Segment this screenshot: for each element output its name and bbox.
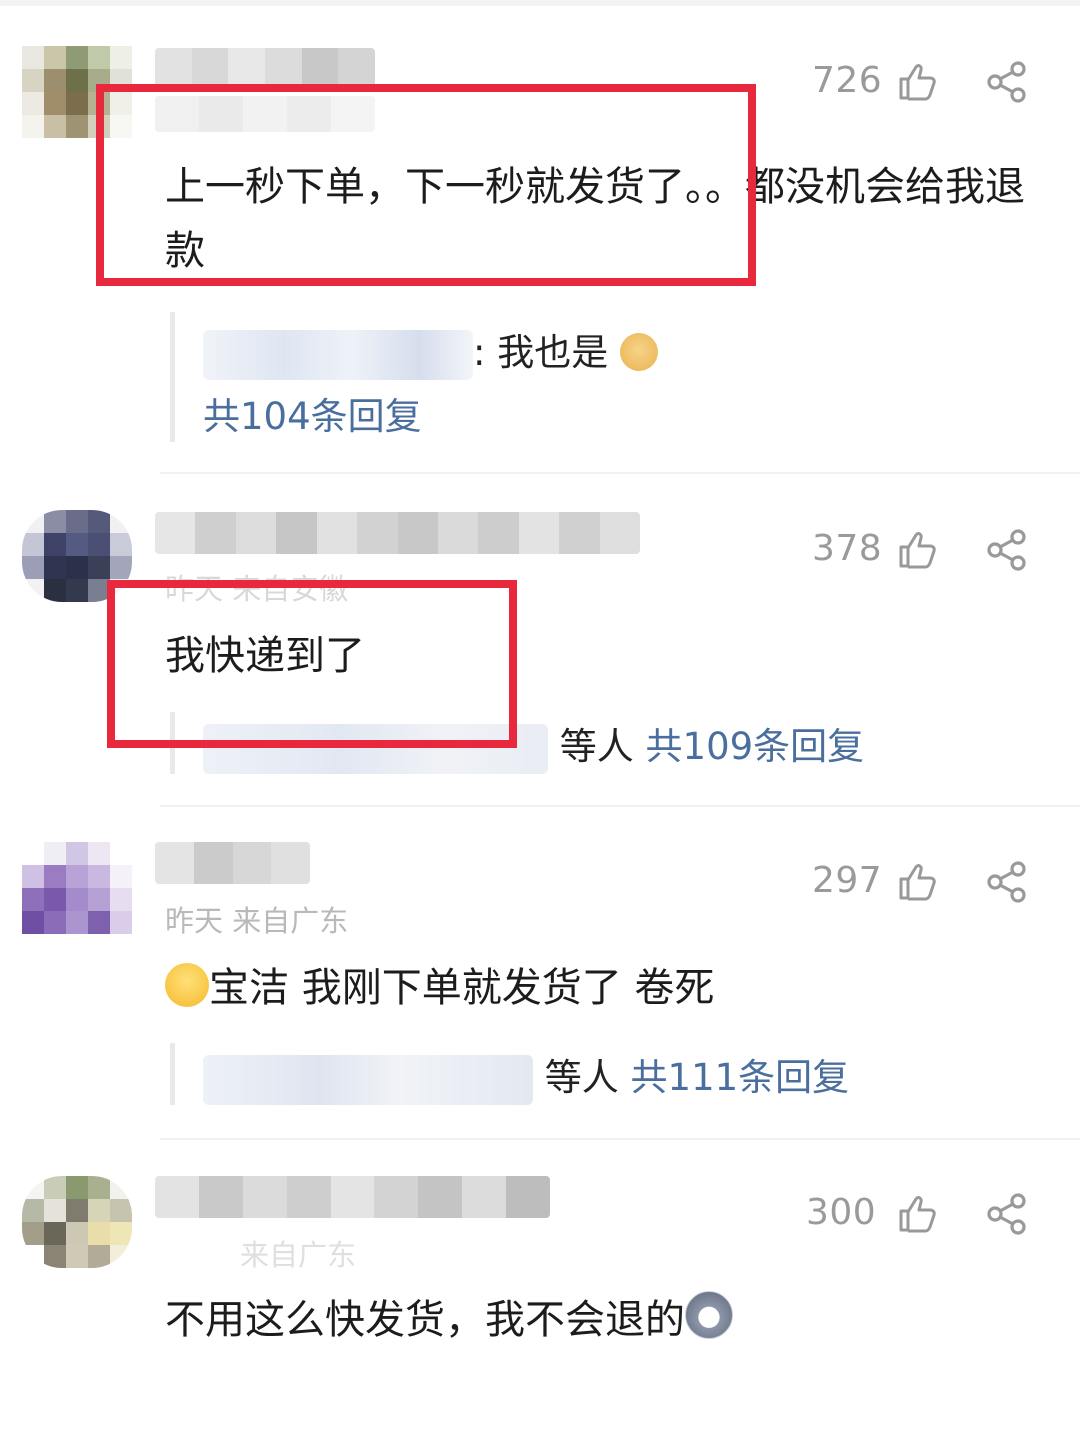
username[interactable] <box>155 1176 550 1218</box>
reply-others: 等人 <box>559 725 634 768</box>
reply-preview[interactable]: 等人 共111条回复 <box>170 1043 849 1105</box>
share-icon[interactable] <box>986 1193 1028 1235</box>
sweat-face-icon <box>165 963 209 1007</box>
reply-others: 等人 <box>544 1056 619 1099</box>
like-count: 378 <box>812 528 883 569</box>
comment-meta: 昨天 来自广东 <box>165 904 349 938</box>
reply-username[interactable] <box>203 329 473 380</box>
comment-text-content: 宝洁 我刚下单就发货了 卷死 <box>209 965 715 1011</box>
comment-text-content: 不用这么快发货，我不会退的 <box>165 1297 685 1343</box>
reply-first[interactable]: 等人 共111条回复 <box>203 1047 849 1105</box>
username[interactable] <box>155 48 375 88</box>
share-icon[interactable] <box>986 61 1028 103</box>
highlight-box <box>96 84 756 286</box>
husky-dog-icon <box>685 1291 733 1339</box>
like-count: 297 <box>812 860 883 901</box>
reply-text: 我也是 <box>497 331 609 374</box>
share-icon[interactable] <box>986 529 1028 571</box>
reply-count-link[interactable]: 共111条回复 <box>631 1056 850 1099</box>
comment-meta: 来自广东 <box>240 1238 357 1272</box>
reply-count-link[interactable]: 共109条回复 <box>646 725 865 768</box>
thumbs-up-icon[interactable] <box>897 862 937 902</box>
reply-first[interactable]: : 我也是 <box>203 322 658 380</box>
thumbs-up-icon[interactable] <box>897 1194 937 1234</box>
doge-crying-icon <box>620 333 658 371</box>
divider <box>160 1138 1080 1140</box>
avatar[interactable] <box>22 842 132 934</box>
like-count: 300 <box>806 1192 877 1233</box>
thumbs-up-icon[interactable] <box>897 530 937 570</box>
username[interactable] <box>155 842 310 884</box>
divider <box>160 472 1080 474</box>
comment-text: 不用这么快发货，我不会退的 <box>165 1288 733 1352</box>
highlight-box <box>107 580 517 748</box>
reply-preview[interactable]: : 我也是 共104条回复 <box>170 312 658 442</box>
like-count: 726 <box>812 60 883 101</box>
comment-item: 726 上一秒下单，下一秒就发货了。。都没机会给我退款 : 我也是 共104条回… <box>0 0 1080 474</box>
reply-count-link[interactable]: 共104条回复 <box>203 386 422 440</box>
username[interactable] <box>155 512 640 554</box>
thumbs-up-icon[interactable] <box>897 62 937 102</box>
share-icon[interactable] <box>986 861 1028 903</box>
divider <box>160 805 1080 807</box>
comment-text: 宝洁 我刚下单就发货了 卷死 <box>165 956 714 1020</box>
avatar[interactable] <box>22 1176 132 1268</box>
reply-username[interactable] <box>203 1054 533 1105</box>
